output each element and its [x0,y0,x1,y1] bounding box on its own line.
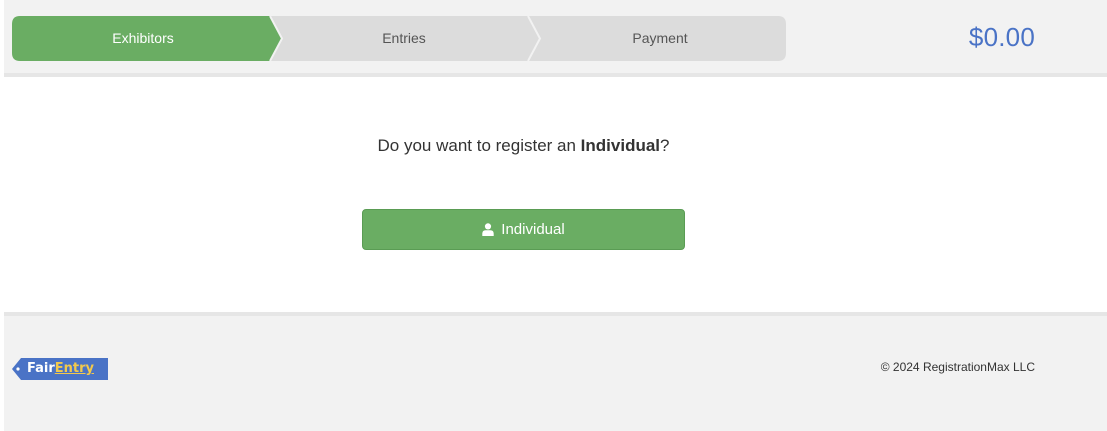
register-question: Do you want to register an Individual? [0,136,1047,156]
question-prefix: Do you want to register an [377,136,581,155]
progress-stepper: Exhibitors Entries Payment [12,16,786,61]
individual-button-label: Individual [501,221,565,238]
cart-total[interactable]: $0.00 [969,22,1035,53]
step-entries[interactable]: Entries [274,16,534,61]
user-icon [482,223,494,236]
step-exhibitors[interactable]: Exhibitors [12,16,274,61]
question-suffix: ? [660,136,670,155]
logo-fair: Fair [27,361,55,376]
fairentry-logo[interactable]: FairEntry [12,358,108,380]
page: Exhibitors Entries Payment $0.00 Do you … [0,0,1107,431]
logo-entry: Entry [54,361,95,376]
header: Exhibitors Entries Payment $0.00 [4,0,1107,77]
footer: FairEntry © 2024 RegistrationMax LLC [4,312,1107,431]
individual-button[interactable]: Individual [362,209,685,250]
question-bold: Individual [580,136,661,155]
step-payment[interactable]: Payment [534,16,786,61]
copyright-text: © 2024 RegistrationMax LLC [880,360,1035,374]
logo-text: FairEntry [27,358,94,380]
